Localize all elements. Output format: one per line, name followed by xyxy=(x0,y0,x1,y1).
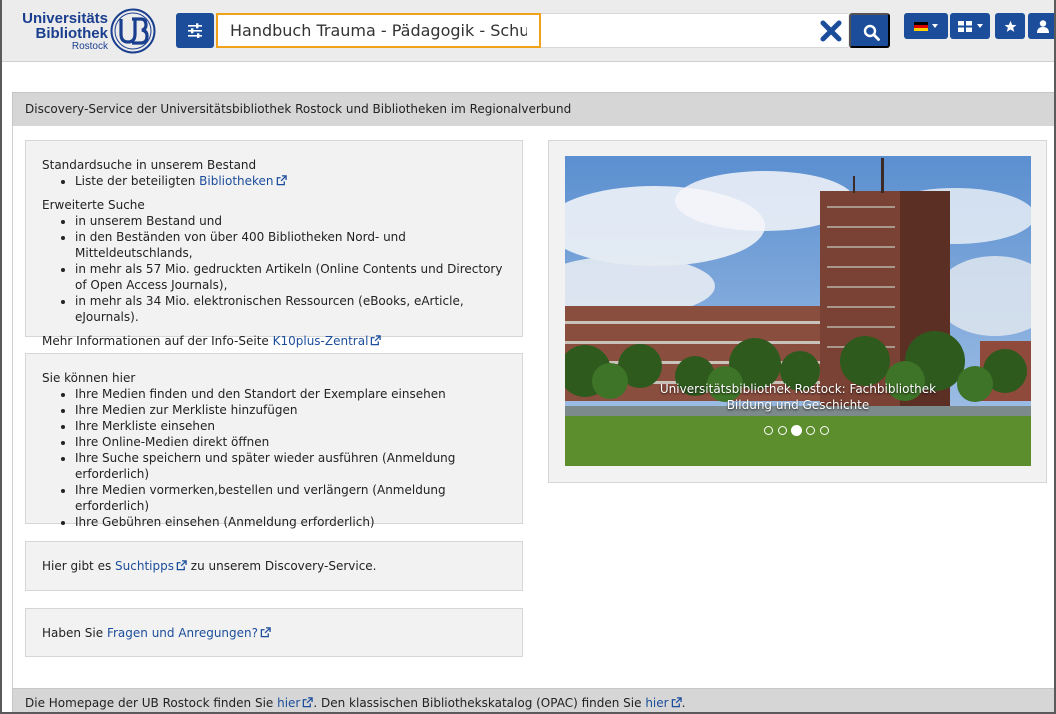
list-item: Ihre Gebühren einsehen (Anmeldung erford… xyxy=(75,514,506,530)
list-item: Ihre Medien finden und den Standort der … xyxy=(75,386,506,402)
homepage-link[interactable]: hier xyxy=(277,696,314,710)
star-icon xyxy=(1004,20,1017,32)
search-info-card: Standardsuche in unserem Bestand Liste d… xyxy=(25,140,523,348)
footer-bar: Die Homepage der UB Rostock finden Sie h… xyxy=(12,688,1054,712)
list-item: in den Beständen von über 400 Bibliothek… xyxy=(75,229,506,261)
caption-line-1: Universitätsbibliothek Rostock: Fachbibl… xyxy=(659,382,937,396)
standard-search-list: Liste der beteiligten Bibliotheken xyxy=(75,173,506,189)
grid-icon xyxy=(958,21,972,32)
list-item: Ihre Suche speichern und später wieder a… xyxy=(75,450,506,482)
chevron-down-icon xyxy=(932,24,938,28)
search-options-button[interactable] xyxy=(176,13,214,48)
standard-search-heading: Standardsuche in unserem Bestand xyxy=(42,158,257,172)
list-item: in unserem Bestand und xyxy=(75,213,506,229)
list-item: Liste der beteiligten Bibliotheken xyxy=(75,173,506,189)
carousel-dot-1[interactable] xyxy=(764,426,773,435)
sliders-icon xyxy=(188,23,202,38)
list-item: Ihre Merkliste einsehen xyxy=(75,418,506,434)
extended-search-list: in unserem Bestand und in den Beständen … xyxy=(75,213,506,325)
k10plus-link[interactable]: K10plus-Zentral xyxy=(273,334,382,348)
features-card: Sie können hier Ihre Medien finden und d… xyxy=(25,353,523,529)
favorites-button[interactable] xyxy=(995,13,1025,39)
carousel-slide[interactable]: Universitätsbibliothek Rostock: Fachbibl… xyxy=(565,156,1031,466)
carousel-dot-5[interactable] xyxy=(820,426,829,435)
list-item: in mehr als 34 Mio. elektronischen Resso… xyxy=(75,293,506,325)
page-frame: Universitäts Bibliothek Rostock Handbuch… xyxy=(0,0,1056,714)
user-icon xyxy=(1037,20,1049,33)
features-heading: Sie können hier xyxy=(42,371,136,385)
list-item: in mehr als 57 Mio. gedruckten Artikeln … xyxy=(75,261,506,293)
list-item: Ihre Online-Medien direkt öffnen xyxy=(75,434,506,450)
ub-rostock-logo[interactable]: Universitäts Bibliothek Rostock xyxy=(14,8,164,56)
ub-seal-icon xyxy=(110,8,156,54)
welcome-heading: Discovery-Service der Universitätsbiblio… xyxy=(12,92,1054,127)
logo-wordmark: Universitäts Bibliothek Rostock xyxy=(16,11,108,52)
feedback-link[interactable]: Fragen und Anregungen? xyxy=(107,626,271,640)
close-icon[interactable] xyxy=(818,18,844,44)
logo-line-2: Bibliothek xyxy=(35,25,108,42)
carousel-dot-2[interactable] xyxy=(778,426,787,435)
search-button[interactable] xyxy=(849,13,890,48)
external-link-icon xyxy=(260,627,271,638)
logo-line-1: Universitäts xyxy=(22,10,108,27)
library-building-photo xyxy=(565,156,1031,466)
external-link-icon xyxy=(371,335,382,346)
list-item: Ihre Medien vormerken,bestellen und verl… xyxy=(75,482,506,514)
logo-line-3: Rostock xyxy=(71,41,108,52)
search-icon xyxy=(863,24,880,41)
external-link-icon xyxy=(276,175,287,186)
search-tips-card: Hier gibt es Suchtipps zu unserem Discov… xyxy=(25,541,523,591)
chevron-down-icon xyxy=(977,24,983,28)
carousel-dot-3[interactable] xyxy=(791,425,802,436)
image-carousel: Universitätsbibliothek Rostock: Fachbibl… xyxy=(548,140,1047,483)
external-link-icon xyxy=(303,697,314,708)
extended-search-heading: Erweiterte Suche xyxy=(42,198,145,212)
caption-line-2: Bildung und Geschichte xyxy=(726,398,870,412)
info-page-text: Mehr Informationen auf der Info-Seite K1… xyxy=(42,333,506,349)
features-list: Ihre Medien finden und den Standort der … xyxy=(75,386,506,530)
search-field-remainder[interactable] xyxy=(541,13,848,48)
language-dropdown[interactable] xyxy=(904,13,948,39)
list-item: Ihre Medien zur Merkliste hinzufügen xyxy=(75,402,506,418)
feedback-card: Haben Sie Fragen und Anregungen? xyxy=(25,608,523,657)
libraries-link[interactable]: Bibliotheken xyxy=(199,174,287,188)
top-navigation-bar: Universitäts Bibliothek Rostock xyxy=(2,0,1054,62)
carousel-dot-4[interactable] xyxy=(806,426,815,435)
search-input[interactable] xyxy=(216,13,541,48)
opac-link[interactable]: hier xyxy=(645,696,682,710)
apps-menu-dropdown[interactable] xyxy=(950,13,990,39)
search-tips-link[interactable]: Suchtipps xyxy=(115,559,187,573)
external-link-icon xyxy=(671,697,682,708)
user-account-button[interactable] xyxy=(1028,13,1054,39)
external-link-icon xyxy=(176,560,187,571)
german-flag-icon xyxy=(914,22,928,31)
carousel-caption: Universitätsbibliothek Rostock: Fachbibl… xyxy=(565,381,1031,413)
